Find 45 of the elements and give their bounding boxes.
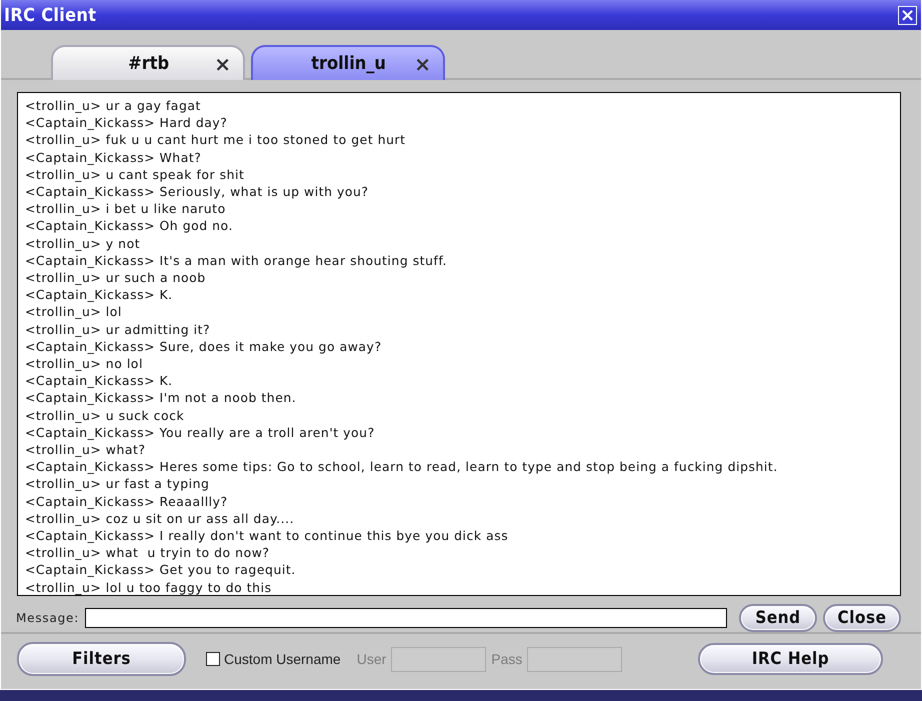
checkbox-label: Custom Username (224, 651, 341, 667)
chat-message: <trollin_u> y not (25, 234, 140, 252)
chat-message: <trollin_u> ur such a noob (25, 269, 206, 286)
user-label: User (356, 651, 386, 667)
chat-message: <Captain_Kickass> Reaaallly? (25, 492, 228, 510)
window-title: IRC Client (4, 4, 96, 26)
chat-message: <Captain_Kickass> Get you to ragequit. (25, 561, 296, 579)
channel-tab[interactable]: trollin_u × (251, 45, 445, 80)
chat-message: <Captain_Kickass> Oh god no. (25, 217, 233, 235)
close-tab-icon[interactable]: × (214, 52, 231, 76)
chat-message: <Captain_Kickass> Seriously, what is up with you? (25, 183, 369, 200)
close-button[interactable]: × (898, 6, 917, 24)
chat-message: <trollin_u> ur admitting it? (25, 320, 210, 338)
chat-message: <trollin_u> lol (25, 303, 122, 321)
chat-message: <trollin_u> u cant speak for shit (25, 166, 244, 184)
chat-message: <Captain_Kickass> It's a man with orange hear shouting stuff. (25, 252, 447, 270)
message-field[interactable] (85, 608, 727, 628)
chat-message: <Captain_Kickass> Heres some tips: Go to school, learn to read, learn to type and stop being a fucking dipshit. (25, 458, 778, 476)
help-button[interactable]: IRC Help (698, 643, 883, 675)
close-tab-icon[interactable]: × (414, 52, 431, 76)
chat-message: <trollin_u> i bet u like naruto (25, 200, 226, 218)
chat-message: <trollin_u> lol u too faggy to do this (25, 578, 272, 595)
chat-message: <trollin_u> what u tryin to do now? (25, 544, 270, 562)
password-label: Pass (491, 651, 522, 667)
chat-message: <trollin_u> fuk u u cant hurt me i too stoned to get hurt (25, 131, 406, 149)
chat-message: <Captain_Kickass> You really are a troll aren't you? (25, 424, 375, 442)
chat-message: <trollin_u> ur fast a typing (25, 475, 210, 493)
chat-message: <Captain_Kickass> K. (25, 372, 173, 390)
chat-message: <Captain_Kickass> I really don't want to continue this bye you dick ass (25, 527, 508, 544)
chat-message: <Captain_Kickass> Hard day? (25, 114, 228, 132)
message-label: Message: (16, 611, 80, 625)
chat-message: <trollin_u> what? (25, 441, 146, 458)
chat-message: <trollin_u> coz u sit on ur ass all day.... (25, 510, 294, 528)
chat-message: <Captain_Kickass> K. (25, 286, 173, 304)
chat-message: <trollin_u> ur a gay fagat (25, 97, 201, 114)
chat-message: <trollin_u> no lol (25, 355, 143, 372)
close-button[interactable]: Close (823, 604, 901, 632)
chat-message: <Captain_Kickass> I'm not a noob then. (25, 389, 296, 407)
checkbox[interactable] (206, 652, 220, 666)
send-button[interactable]: Send (739, 604, 817, 632)
channel-tab[interactable]: #rtb × (51, 45, 245, 80)
chat-message: <Captain_Kickass> Sure, does it make you go away? (25, 338, 382, 356)
filters-button[interactable]: Filters (17, 642, 186, 676)
chat-message: <trollin_u> u suck cock (25, 406, 184, 424)
chat-message: <Captain_Kickass> What? (25, 148, 202, 166)
